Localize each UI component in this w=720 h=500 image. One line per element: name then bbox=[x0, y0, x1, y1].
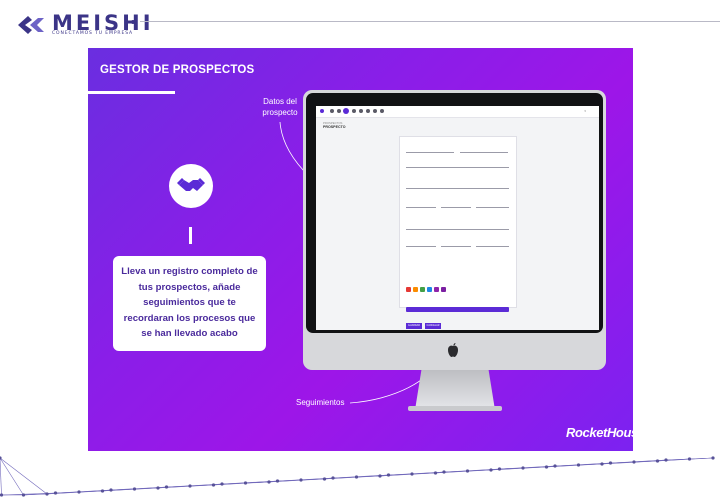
form-field[interactable] bbox=[406, 161, 509, 168]
network-node bbox=[465, 469, 470, 473]
apple-logo-icon bbox=[448, 343, 458, 357]
network-node bbox=[53, 491, 58, 495]
network-link bbox=[0, 457, 2, 496]
network-node bbox=[687, 457, 692, 461]
color-swatch-red[interactable] bbox=[406, 287, 411, 292]
title-underline bbox=[88, 91, 175, 94]
meishi-logo-icon bbox=[18, 16, 44, 34]
network-node bbox=[378, 474, 382, 478]
monitor-stand-base bbox=[408, 406, 502, 411]
toolbar-icon[interactable] bbox=[359, 109, 363, 113]
save-button[interactable]: GUARDAR bbox=[406, 323, 422, 329]
form-field[interactable] bbox=[476, 240, 509, 247]
network-node bbox=[132, 487, 137, 491]
app-toolbar: ▾ bbox=[316, 106, 599, 118]
cancel-button[interactable]: CANCELAR bbox=[425, 323, 441, 329]
color-swatch-purple[interactable] bbox=[434, 287, 439, 292]
network-node bbox=[497, 467, 502, 471]
monitor-bezel: ▾ PROSPECTOS PROSPECTO GUARDAR CANCELAR bbox=[306, 93, 603, 333]
color-swatch-green[interactable] bbox=[420, 287, 425, 292]
network-node bbox=[576, 463, 581, 467]
monitor: ▾ PROSPECTOS PROSPECTO GUARDAR CANCELAR bbox=[303, 90, 606, 370]
color-swatch-violet[interactable] bbox=[441, 287, 446, 292]
network-node bbox=[521, 466, 525, 470]
slide-title: GESTOR DE PROSPECTOS bbox=[100, 64, 255, 76]
toolbar-icon[interactable] bbox=[373, 109, 377, 113]
brand-tagline: CONECTAMOS TU EMPRESA bbox=[52, 31, 134, 36]
toolbar-icon[interactable] bbox=[337, 109, 341, 113]
network-node bbox=[267, 480, 271, 484]
connector-stem bbox=[189, 227, 192, 244]
handshake-icon bbox=[177, 178, 205, 191]
color-swatch-orange[interactable] bbox=[413, 287, 418, 292]
app-logo-icon bbox=[320, 109, 324, 113]
network-node bbox=[711, 456, 715, 460]
network-node bbox=[164, 485, 169, 489]
network-node bbox=[553, 464, 557, 468]
network-node bbox=[188, 484, 192, 488]
toolbar-icon[interactable] bbox=[380, 109, 384, 113]
header-divider bbox=[140, 21, 720, 22]
monitor-stand bbox=[415, 370, 495, 410]
toolbar-icon[interactable] bbox=[352, 109, 356, 113]
network-node bbox=[299, 478, 303, 482]
form-field[interactable] bbox=[406, 182, 509, 189]
toolbar-icon[interactable] bbox=[366, 109, 370, 113]
network-node bbox=[275, 479, 280, 483]
header-dot bbox=[131, 20, 135, 24]
handshake-icon-circle bbox=[169, 164, 213, 208]
network-node bbox=[664, 458, 668, 462]
network-node bbox=[600, 462, 604, 466]
network-node bbox=[77, 490, 81, 494]
network-node bbox=[331, 476, 335, 480]
toolbar-icon-active[interactable] bbox=[343, 108, 349, 114]
form-field[interactable] bbox=[406, 201, 436, 208]
network-pattern-decoration bbox=[0, 456, 715, 497]
rockethouse-watermark: RocketHouse bbox=[566, 425, 633, 440]
network-link bbox=[0, 457, 24, 496]
network-node bbox=[386, 473, 391, 477]
form-field[interactable] bbox=[441, 201, 471, 208]
slide: GESTOR DE PROSPECTOS Lleva un registro c… bbox=[88, 48, 633, 451]
network-node bbox=[0, 493, 4, 497]
network-node bbox=[410, 472, 414, 476]
info-callout: Lleva un registro completo de tus prospe… bbox=[113, 256, 266, 351]
network-node bbox=[21, 493, 26, 497]
network-node bbox=[433, 471, 438, 475]
prospect-form: GUARDAR CANCELAR bbox=[399, 136, 517, 329]
network-node bbox=[45, 492, 49, 496]
form-field[interactable] bbox=[406, 240, 436, 247]
network-node bbox=[243, 481, 248, 485]
network-node bbox=[354, 475, 359, 479]
network-node bbox=[100, 489, 105, 493]
network-node bbox=[544, 465, 549, 469]
form-field[interactable] bbox=[476, 201, 509, 208]
app-screen: ▾ PROSPECTOS PROSPECTO GUARDAR CANCELAR bbox=[316, 106, 599, 330]
form-field[interactable] bbox=[460, 146, 508, 153]
color-swatch-blue[interactable] bbox=[427, 287, 432, 292]
form-field[interactable] bbox=[441, 240, 471, 247]
network-node bbox=[608, 461, 613, 465]
network-link bbox=[0, 457, 48, 495]
page-title: PROSPECTO bbox=[323, 125, 346, 129]
network-node bbox=[220, 482, 224, 486]
network-node bbox=[156, 486, 160, 490]
network-node bbox=[489, 468, 493, 472]
seguimientos-bar[interactable] bbox=[406, 307, 509, 312]
form-field[interactable] bbox=[406, 146, 454, 153]
network-node bbox=[322, 477, 327, 481]
label-seguimientos: Seguimientos bbox=[296, 398, 345, 407]
toolbar-icon[interactable] bbox=[330, 109, 334, 113]
info-text: Lleva un registro completo de tus prospe… bbox=[121, 266, 258, 339]
network-node bbox=[211, 483, 216, 487]
network-node bbox=[655, 459, 660, 463]
network-node bbox=[632, 460, 636, 464]
form-field[interactable] bbox=[406, 223, 509, 230]
network-node bbox=[442, 470, 446, 474]
user-menu[interactable]: ▾ bbox=[584, 109, 586, 113]
network-node bbox=[109, 488, 113, 492]
